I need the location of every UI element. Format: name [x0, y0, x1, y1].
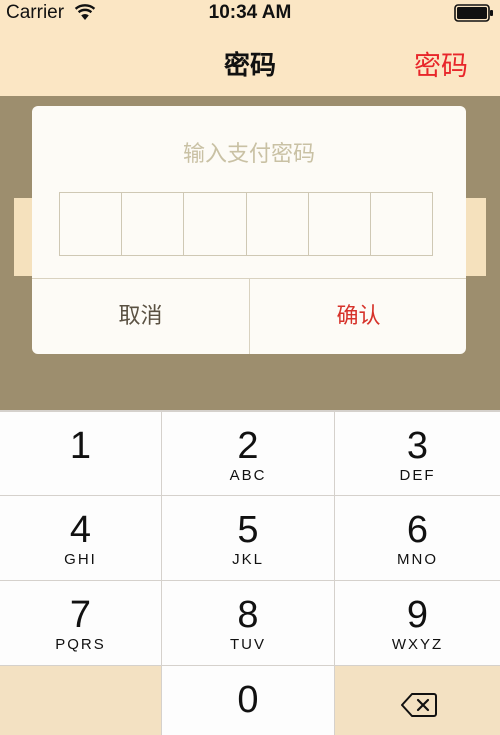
key-letters: JKL	[232, 551, 264, 568]
battery-icon	[454, 4, 493, 22]
password-cell[interactable]	[309, 193, 371, 255]
nav-bar: 密码 密码	[0, 26, 500, 96]
key-letters: PQRS	[55, 636, 106, 653]
key-letters: GHI	[64, 551, 97, 568]
key-8[interactable]: 8 TUV	[162, 581, 334, 665]
key-digit: 5	[237, 509, 259, 551]
key-digit: 4	[69, 509, 92, 551]
key-3[interactable]: 3 DEF	[335, 412, 500, 495]
key-digit: 0	[237, 679, 259, 721]
password-cell[interactable]	[122, 193, 185, 255]
password-cell[interactable]	[184, 193, 247, 255]
key-blank	[0, 666, 161, 735]
key-2[interactable]: 2 ABC	[162, 412, 334, 495]
key-7[interactable]: 7 PQRS	[0, 581, 161, 665]
key-digit: 7	[69, 594, 92, 636]
backspace-icon	[401, 693, 437, 717]
key-0[interactable]: 0	[162, 666, 334, 735]
password-cell[interactable]	[247, 193, 309, 255]
confirm-button[interactable]: 确认	[250, 279, 466, 354]
key-digit: 2	[237, 425, 259, 467]
key-letters: WXYZ	[391, 636, 444, 653]
key-4[interactable]: 4 GHI	[0, 496, 161, 580]
password-cell[interactable]	[60, 193, 123, 255]
password-dialog: 输入支付密码 取消 确认	[32, 106, 466, 354]
status-bar: Carrier 10:34 AM	[0, 0, 500, 26]
key-digit: 8	[237, 594, 259, 636]
key-9[interactable]: 9 WXYZ	[335, 581, 500, 665]
key-5[interactable]: 5 JKL	[162, 496, 334, 580]
key-letters: DEF	[399, 467, 436, 484]
dialog-title: 输入支付密码	[182, 142, 315, 167]
key-digit: 6	[406, 509, 429, 551]
key-digit: 3	[406, 425, 429, 467]
key-digit: 9	[406, 594, 429, 636]
key-6[interactable]: 6 MNO	[335, 496, 500, 580]
key-letters: MNO	[397, 551, 438, 568]
password-input[interactable]	[59, 192, 433, 256]
password-cell[interactable]	[371, 193, 432, 255]
delete-key[interactable]	[335, 666, 500, 735]
numeric-keypad: 1 2 ABC 3 DEF 4 GHI 5 JKL 6 MNO 7 PQRS 8…	[0, 410, 500, 735]
key-letters: TUV	[230, 636, 266, 653]
nav-right-button[interactable]: 密码	[414, 44, 468, 83]
key-letters: ABC	[229, 467, 267, 484]
status-time: 10:34 AM	[208, 2, 292, 23]
key-1[interactable]: 1	[0, 412, 161, 495]
cancel-button[interactable]: 取消	[32, 279, 249, 354]
key-digit: 1	[69, 425, 92, 467]
